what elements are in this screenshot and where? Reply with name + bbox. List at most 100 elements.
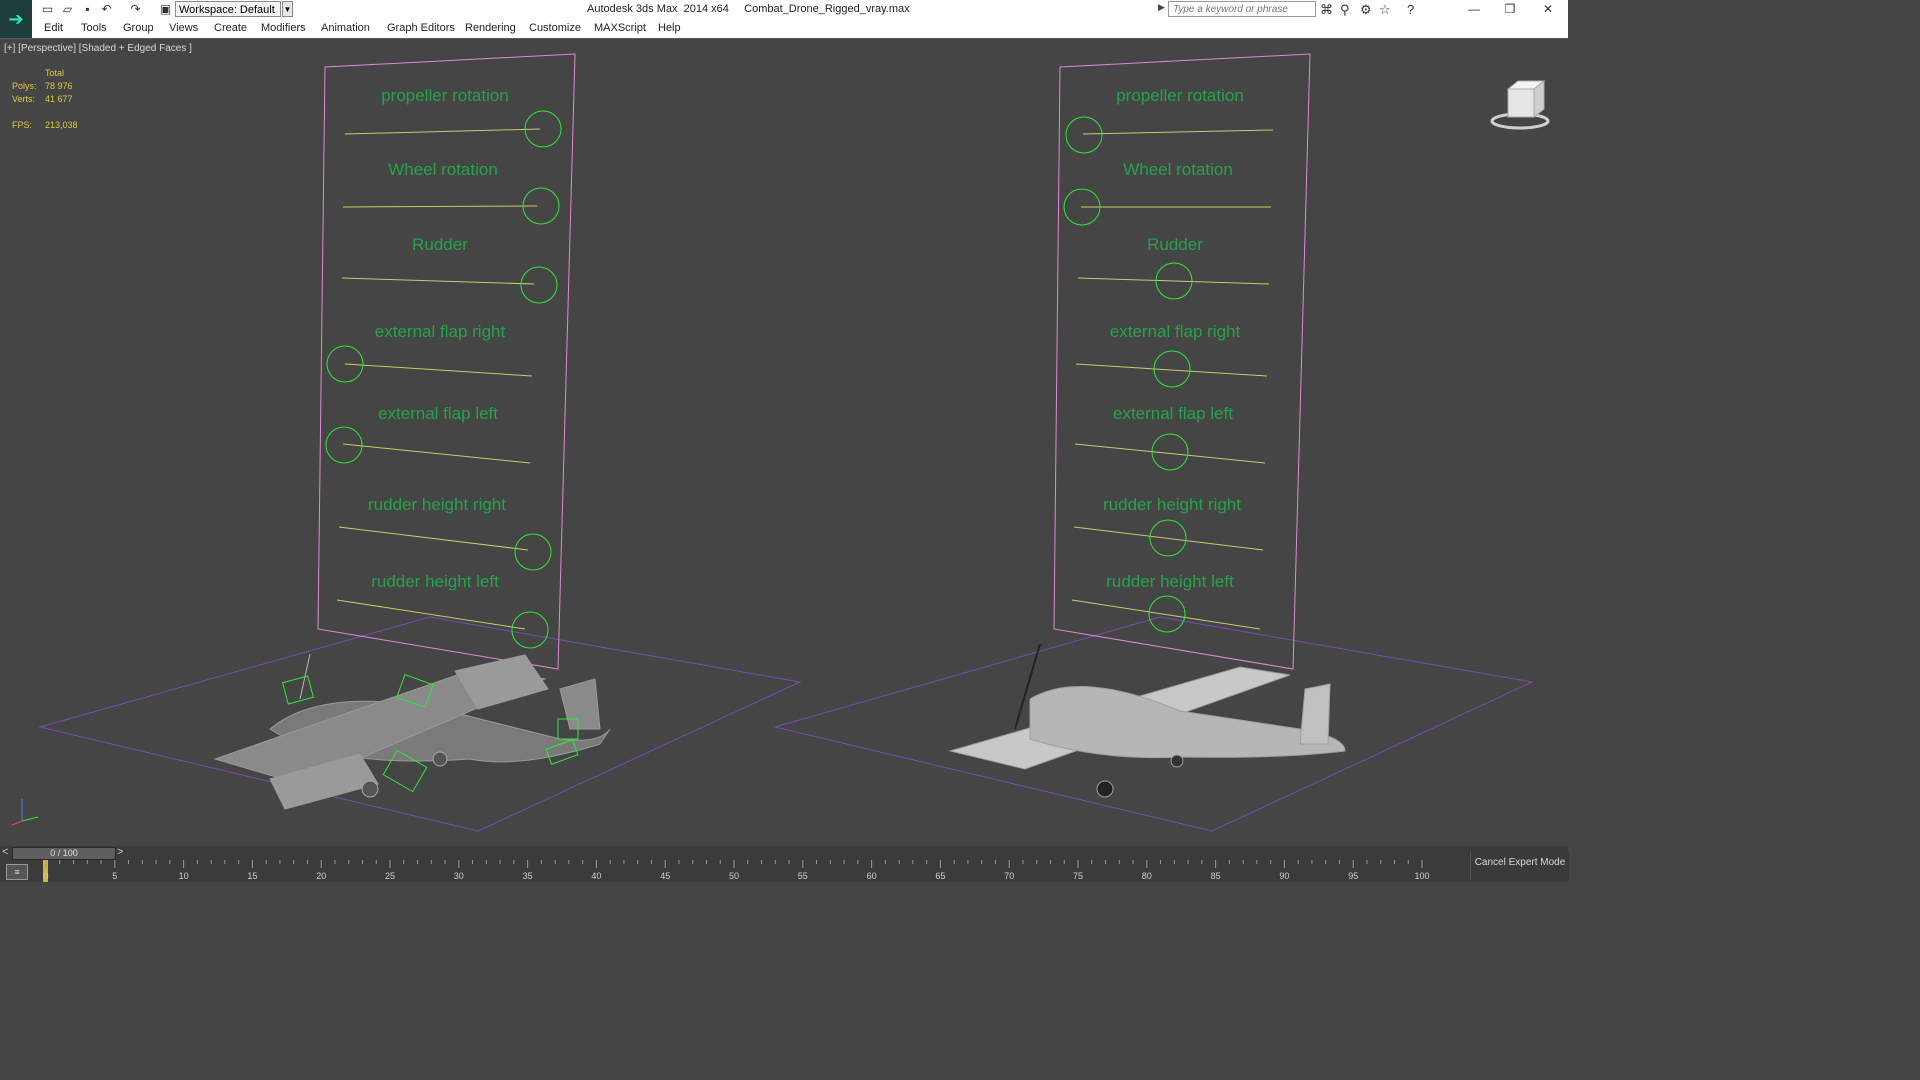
project-folder-icon[interactable]: ▣ bbox=[158, 2, 173, 16]
control-label-left: rudder height left bbox=[371, 572, 499, 591]
timeline-tick-label: 30 bbox=[454, 871, 464, 881]
control-label-left: rudder height right bbox=[368, 495, 506, 514]
control-label-left: propeller rotation bbox=[381, 86, 509, 105]
fps-label: FPS: bbox=[12, 120, 33, 130]
open-file-icon[interactable]: ▱ bbox=[60, 2, 75, 16]
timeline-tick-label: 15 bbox=[247, 871, 257, 881]
slider-handle-right[interactable] bbox=[1148, 595, 1186, 633]
slider-track-right bbox=[1074, 443, 1266, 464]
undo-icon[interactable]: ↶ bbox=[99, 2, 114, 16]
perspective-viewport[interactable]: propeller rotation Wheel rotation Rudder ex… bbox=[0, 38, 1568, 847]
timeline-tick-label: 40 bbox=[591, 871, 601, 881]
control-label-right: external flap right bbox=[1110, 322, 1241, 341]
slider-track-left bbox=[341, 277, 535, 285]
timeline-tick-label: 5 bbox=[112, 871, 117, 881]
polys-value: 78 976 bbox=[45, 81, 73, 91]
menu-modifiers[interactable]: Modifiers bbox=[261, 22, 306, 34]
app-logo-icon[interactable]: ➔ bbox=[0, 0, 32, 38]
menu-rendering[interactable]: Rendering bbox=[465, 22, 516, 34]
timeline-tick-label: 20 bbox=[316, 871, 326, 881]
viewcube-icon bbox=[1490, 79, 1550, 130]
menu-animation[interactable]: Animation bbox=[321, 22, 370, 34]
slider-track-right bbox=[1073, 526, 1264, 551]
timeline-tick-label: 95 bbox=[1348, 871, 1358, 881]
timeline-tick-label: 70 bbox=[1004, 871, 1014, 881]
favorites-star-icon[interactable]: ☆ bbox=[1379, 2, 1391, 18]
timeline-tick-label: 100 bbox=[1414, 871, 1429, 881]
control-label-right: rudder height right bbox=[1103, 495, 1241, 514]
axis-tripod-icon bbox=[11, 799, 39, 826]
search-input[interactable]: Type a keyword or phrase bbox=[1168, 1, 1316, 17]
timeline-tick-label: 65 bbox=[935, 871, 945, 881]
slider-track-left bbox=[342, 205, 538, 208]
stats-header: Total bbox=[45, 68, 65, 78]
redo-icon[interactable]: ↷ bbox=[128, 2, 143, 16]
menu-edit[interactable]: Edit bbox=[44, 22, 63, 34]
new-file-icon[interactable]: ▭ bbox=[40, 2, 55, 16]
menu-group[interactable]: Group bbox=[123, 22, 154, 34]
slider-track-right bbox=[1082, 129, 1274, 135]
mini-curve-editor-icon[interactable]: ≡ bbox=[6, 864, 28, 880]
timeline-tick-label: 35 bbox=[523, 871, 533, 881]
control-label-left: external flap right bbox=[375, 322, 506, 341]
timeline-tick-label: 10 bbox=[179, 871, 189, 881]
minimize-button[interactable]: — bbox=[1456, 0, 1492, 19]
control-panel-right: propeller rotation Wheel rotation Rudder ex… bbox=[1063, 86, 1274, 633]
slider-handle-left[interactable] bbox=[514, 533, 552, 571]
slider-track-left bbox=[344, 128, 541, 135]
control-label-right: Wheel rotation bbox=[1123, 160, 1233, 179]
menu-help[interactable]: Help bbox=[658, 22, 681, 34]
timeline-tick-label: 85 bbox=[1211, 871, 1221, 881]
timeline-tick-label: 25 bbox=[385, 871, 395, 881]
workspace-chevron-icon[interactable]: ▼ bbox=[282, 1, 293, 17]
timeline-tick-label: 45 bbox=[660, 871, 670, 881]
workspace-dropdown[interactable]: Workspace: Default bbox=[175, 1, 281, 17]
timeline-tick-label: 80 bbox=[1142, 871, 1152, 881]
slider-track-left bbox=[338, 526, 529, 551]
slider-track-left bbox=[342, 443, 531, 464]
close-button[interactable]: ✕ bbox=[1530, 0, 1566, 19]
control-label-left: Wheel rotation bbox=[388, 160, 498, 179]
viewport-label[interactable]: [+] [Perspective] [Shaded + Edged Faces … bbox=[4, 43, 192, 54]
menu-tools[interactable]: Tools bbox=[81, 22, 107, 34]
menu-bar: Edit Tools Group Views Create Modifiers … bbox=[32, 19, 1568, 39]
restore-button[interactable]: ❐ bbox=[1492, 0, 1528, 19]
viewcube[interactable] bbox=[1488, 69, 1552, 136]
timeline-track[interactable]: 0 5 10 15 20 25 30 35 40 45 50 55 60 65 70 75 80 85 90 95 10… bbox=[43, 860, 1443, 882]
slider-track-right bbox=[1071, 599, 1261, 630]
slider-track-right bbox=[1075, 363, 1268, 377]
timeline-tick-label: 50 bbox=[729, 871, 739, 881]
menu-graph-editors[interactable]: Graph Editors bbox=[387, 22, 455, 34]
timeline-tick-label: 0 bbox=[43, 871, 48, 881]
menu-maxscript[interactable]: MAXScript bbox=[594, 22, 646, 34]
slider-handle-left[interactable] bbox=[520, 266, 558, 304]
time-prev-icon[interactable]: < bbox=[2, 846, 8, 858]
communication-icon[interactable]: ⚙ bbox=[1360, 2, 1372, 18]
title-bar: ➔ ▭ ▱ ▪ ↶ ↷ ▣ Workspace: Default ▼ Autod… bbox=[0, 0, 1568, 38]
menu-create[interactable]: Create bbox=[214, 22, 247, 34]
timeline-tick-label: 75 bbox=[1073, 871, 1083, 881]
slider-handle-left[interactable] bbox=[511, 611, 549, 649]
control-label-left: external flap left bbox=[378, 404, 498, 423]
save-icon[interactable]: ▪ bbox=[80, 2, 95, 16]
search-expand-icon[interactable]: ▶ bbox=[1158, 2, 1165, 13]
menu-customize[interactable]: Customize bbox=[529, 22, 581, 34]
verts-value: 41 677 bbox=[45, 94, 73, 104]
window-title: Autodesk 3ds Max 2014 x64 Combat_Drone_R… bbox=[587, 3, 910, 15]
menu-views[interactable]: Views bbox=[169, 22, 198, 34]
slider-handle-right[interactable] bbox=[1065, 116, 1103, 154]
cancel-expert-mode-button[interactable]: Cancel Expert Mode bbox=[1470, 852, 1569, 880]
timeline-tick-label: 90 bbox=[1279, 871, 1289, 881]
scene-canvas[interactable]: propeller rotation Wheel rotation Rudder ex… bbox=[0, 39, 1568, 847]
subscription-icon[interactable]: ⚲ bbox=[1340, 2, 1350, 18]
slider-track-left bbox=[336, 599, 526, 630]
help-icon[interactable]: ? bbox=[1407, 2, 1414, 17]
polys-label: Polys: bbox=[12, 81, 37, 91]
timeline-tick-label: 55 bbox=[798, 871, 808, 881]
time-next-icon[interactable]: > bbox=[117, 846, 123, 858]
drone-wireframe bbox=[213, 653, 611, 810]
slider-track-left bbox=[344, 363, 533, 377]
fps-value: 213,038 bbox=[45, 120, 78, 130]
infocenter-icon[interactable]: ⌘ bbox=[1320, 2, 1333, 18]
time-slider[interactable]: 0 / 100 bbox=[12, 847, 116, 860]
